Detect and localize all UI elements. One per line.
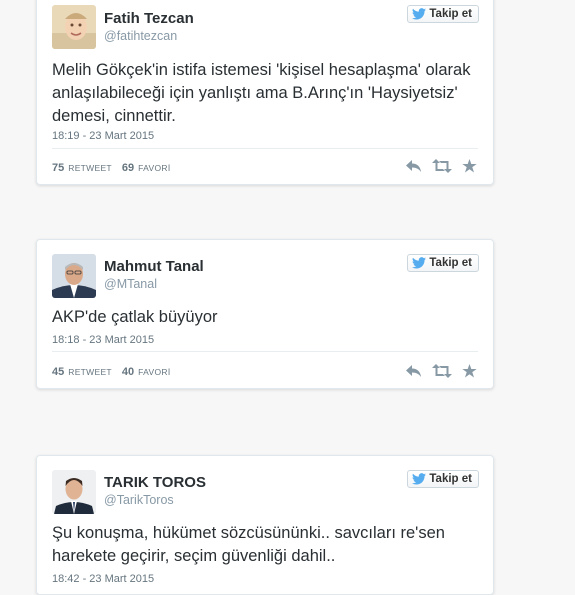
author-name[interactable]: TARIK TOROS <box>104 474 206 491</box>
follow-button[interactable]: Takip et <box>407 5 479 23</box>
star-icon[interactable] <box>462 159 477 173</box>
reply-icon[interactable] <box>405 364 422 378</box>
author-handle[interactable]: @TarikToros <box>104 493 174 507</box>
tweet-text: Şu konuşma, hükümet sözcüsününki.. savcı… <box>52 524 445 565</box>
favorite-count[interactable]: 69 <box>122 162 134 174</box>
favorite-count-label: FAVORİ <box>138 163 171 173</box>
retweet-icon[interactable] <box>432 364 452 378</box>
retweet-count-label: RETWEET <box>68 367 112 377</box>
retweet-icon[interactable] <box>432 159 452 173</box>
author-handle[interactable]: @fatihtezcan <box>104 29 177 43</box>
tweet-card-mahmut-tanal: Mahmut Tanal @MTanal Takip et AKP'de çat… <box>36 239 494 389</box>
tweet-card-tarik-toros: TARIK TOROS @TarikToros Takip et Şu konu… <box>36 455 494 595</box>
tweet-card-fatih-tezcan: Fatih Tezcan @fatihtezcan Takip et Melih… <box>36 0 494 185</box>
avatar[interactable] <box>52 470 96 514</box>
divider <box>52 351 478 352</box>
twitter-bird-icon <box>412 473 427 485</box>
author-name[interactable]: Mahmut Tanal <box>104 258 204 275</box>
retweet-count[interactable]: 45 <box>52 366 64 378</box>
author-name[interactable]: Fatih Tezcan <box>104 10 194 27</box>
tweet-actions <box>405 364 477 378</box>
favorite-count-label: FAVORİ <box>138 367 171 377</box>
tweet-text: Melih Gökçek'in istifa istemesi 'kişisel… <box>52 61 471 125</box>
tweet-timestamp[interactable]: 18:19 - 23 Mart 2015 <box>52 130 154 142</box>
follow-label: Takip et <box>429 257 472 269</box>
tweet-timestamp[interactable]: 18:18 - 23 Mart 2015 <box>52 334 154 346</box>
follow-button[interactable]: Takip et <box>407 254 479 272</box>
star-icon[interactable] <box>462 364 477 378</box>
retweet-count-label: RETWEET <box>68 163 112 173</box>
favorite-count[interactable]: 40 <box>122 366 134 378</box>
avatar[interactable] <box>52 5 96 49</box>
divider <box>52 148 478 149</box>
follow-button[interactable]: Takip et <box>407 470 479 488</box>
follow-label: Takip et <box>429 473 472 485</box>
tweet-actions <box>405 159 477 173</box>
retweet-count[interactable]: 75 <box>52 162 64 174</box>
follow-label: Takip et <box>429 8 472 20</box>
tweet-text: AKP'de çatlak büyüyor <box>52 308 218 326</box>
avatar[interactable] <box>52 254 96 298</box>
reply-icon[interactable] <box>405 159 422 173</box>
twitter-bird-icon <box>412 8 427 20</box>
tweet-stats: 45 RETWEET 40 FAVORİ <box>52 366 177 378</box>
author-handle[interactable]: @MTanal <box>104 277 157 291</box>
tweet-stats: 75 RETWEET 69 FAVORİ <box>52 162 177 174</box>
tweet-timestamp[interactable]: 18:42 - 23 Mart 2015 <box>52 573 154 585</box>
twitter-bird-icon <box>412 257 427 269</box>
